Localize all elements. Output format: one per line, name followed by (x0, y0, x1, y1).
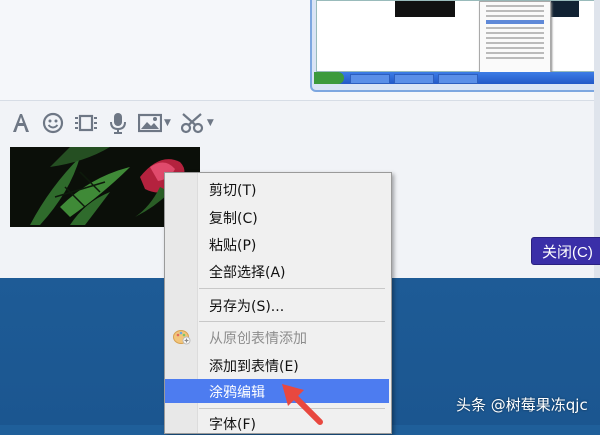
menu-item-save-as[interactable]: 另存为(S)... (165, 293, 389, 317)
chevron-down-icon[interactable]: ▼ (164, 118, 171, 128)
close-button[interactable]: 关闭(C) (531, 237, 600, 265)
image-icon (138, 113, 162, 133)
emoji-button[interactable] (42, 112, 64, 134)
screenshot-start-button (314, 72, 344, 84)
font-icon (13, 114, 29, 132)
annotation-arrow-icon (282, 384, 323, 425)
screenshot-dark-image (395, 1, 455, 17)
screenshot-window (316, 0, 598, 77)
screenshot-button[interactable]: ▼ (180, 112, 214, 134)
scissors-icon (180, 113, 204, 134)
menu-item-label: 全部选择(A) (209, 265, 286, 281)
font-button[interactable] (10, 112, 32, 134)
menu-item-add-to-stickers[interactable]: 添加到表情(E) (165, 353, 389, 377)
menu-item-copy[interactable]: 复制(C) (165, 205, 389, 229)
screenshot-task (394, 74, 434, 84)
screenshot-context-menu (479, 1, 551, 77)
menu-item-label: 涂鸦编辑 (209, 385, 265, 401)
video-icon (75, 114, 97, 132)
menu-item-label: 剪切(T) (209, 183, 257, 199)
screenshot-taskbar (314, 72, 596, 84)
screenshot-task (438, 74, 478, 84)
emoji-icon (42, 112, 64, 134)
video-button[interactable] (74, 112, 98, 134)
menu-item-cut[interactable]: 剪切(T) (165, 177, 389, 201)
palette-add-icon (173, 330, 191, 345)
menu-item-label: 字体(F) (209, 417, 256, 433)
watermark: 头条 @树莓果冻qjc (456, 396, 588, 414)
menu-item-paste[interactable]: 粘贴(P) (165, 232, 389, 256)
menu-item-label: 添加到表情(E) (209, 359, 299, 375)
menu-item-add-from-original-sticker[interactable]: 从原创表情添加 (165, 325, 389, 349)
chevron-down-icon[interactable]: ▼ (207, 118, 214, 128)
menu-item-label: 复制(C) (209, 211, 258, 227)
embedded-screenshot (310, 0, 600, 92)
microphone-icon (110, 113, 126, 134)
input-toolbar: ▼ ▼ (10, 108, 214, 138)
menu-separator (199, 321, 385, 322)
message-history-pane (0, 0, 600, 101)
menu-item-label: 另存为(S)... (209, 299, 285, 315)
menu-item-label: 粘贴(P) (209, 238, 257, 254)
voice-button[interactable] (108, 112, 128, 134)
menu-item-label: 从原创表情添加 (209, 331, 307, 347)
screenshot-task (350, 74, 390, 84)
menu-separator (199, 288, 385, 289)
image-button[interactable]: ▼ (138, 113, 171, 133)
menu-item-select-all[interactable]: 全部选择(A) (165, 259, 389, 283)
